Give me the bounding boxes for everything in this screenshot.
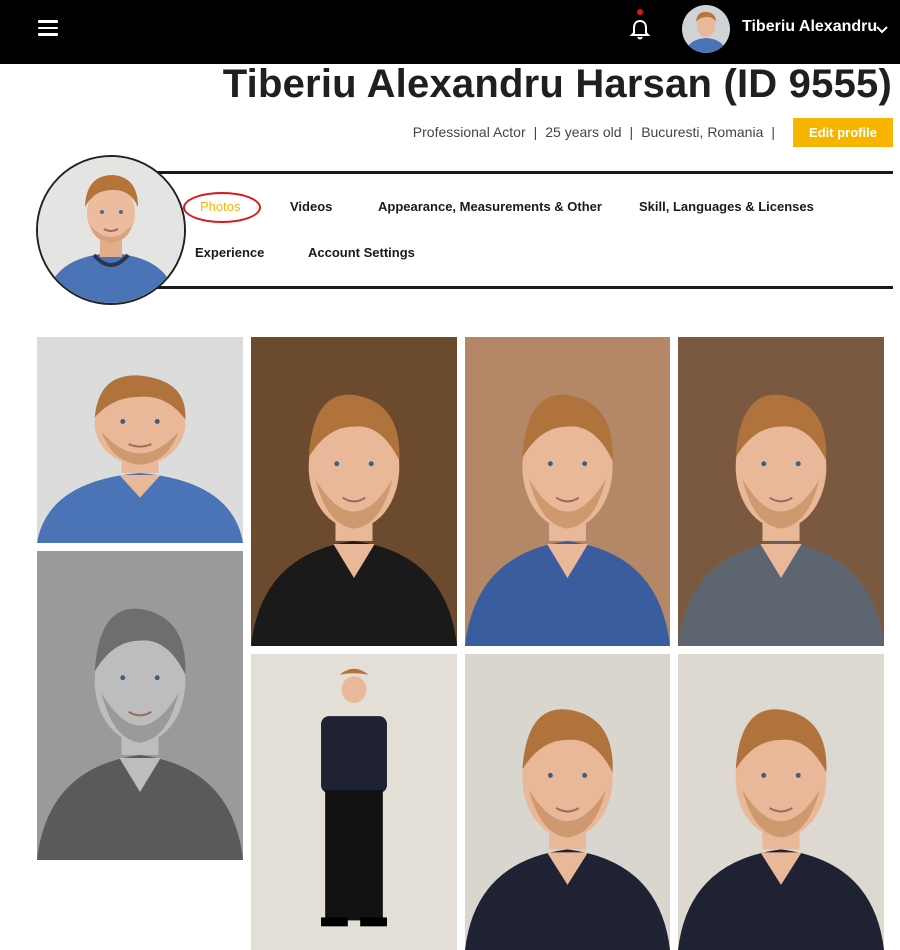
profile-meta: Professional Actor | 25 years old | Bucurest…	[413, 124, 783, 140]
tabs-bottom-border	[150, 286, 893, 289]
notification-dot	[637, 9, 643, 15]
photo-thumbnail[interactable]	[251, 654, 457, 950]
tabs-top-border	[150, 171, 893, 174]
chevron-down-icon[interactable]	[876, 22, 888, 34]
meta-separator: |	[533, 124, 538, 140]
photo-image	[678, 654, 884, 950]
tab-photos[interactable]: Photos	[200, 199, 240, 214]
bell-icon[interactable]	[629, 9, 651, 42]
hamburger-menu-icon[interactable]	[38, 20, 58, 36]
photo-thumbnail[interactable]	[37, 337, 243, 543]
photo-thumbnail[interactable]	[465, 337, 670, 646]
photo-thumbnail[interactable]	[678, 654, 884, 950]
photo-image	[678, 337, 884, 646]
profile-avatar[interactable]	[36, 155, 186, 305]
meta-separator: |	[629, 124, 634, 140]
profile-title: Tiberiu Alexandru Harsan (ID 9555)	[222, 62, 892, 106]
photo-thumbnail[interactable]	[465, 654, 670, 950]
photo-image	[251, 337, 457, 646]
photo-thumbnail[interactable]	[251, 337, 457, 646]
age-text: 25 years old	[545, 124, 622, 140]
meta-separator: |	[771, 124, 775, 140]
tab-account-settings[interactable]: Account Settings	[308, 245, 415, 260]
location-text: Bucuresti, Romania	[641, 124, 764, 140]
tab-experience[interactable]: Experience	[195, 245, 264, 260]
tab-videos[interactable]: Videos	[290, 199, 332, 214]
photo-image	[37, 337, 243, 543]
user-avatar[interactable]	[682, 5, 730, 53]
profession-text: Professional Actor	[412, 124, 526, 140]
user-name[interactable]: Tiberiu Alexandru	[742, 18, 877, 36]
tab-skills[interactable]: Skill, Languages & Licenses	[639, 199, 814, 214]
photo-image	[37, 551, 243, 860]
top-navigation-bar: Tiberiu Alexandru	[0, 0, 900, 64]
photo-image	[251, 654, 457, 950]
tab-appearance[interactable]: Appearance, Measurements & Other	[378, 199, 602, 214]
photo-thumbnail[interactable]	[37, 551, 243, 860]
photo-image	[465, 337, 670, 646]
photo-image	[465, 654, 670, 950]
edit-profile-button[interactable]: Edit profile	[793, 118, 893, 147]
photo-thumbnail[interactable]	[678, 337, 884, 646]
